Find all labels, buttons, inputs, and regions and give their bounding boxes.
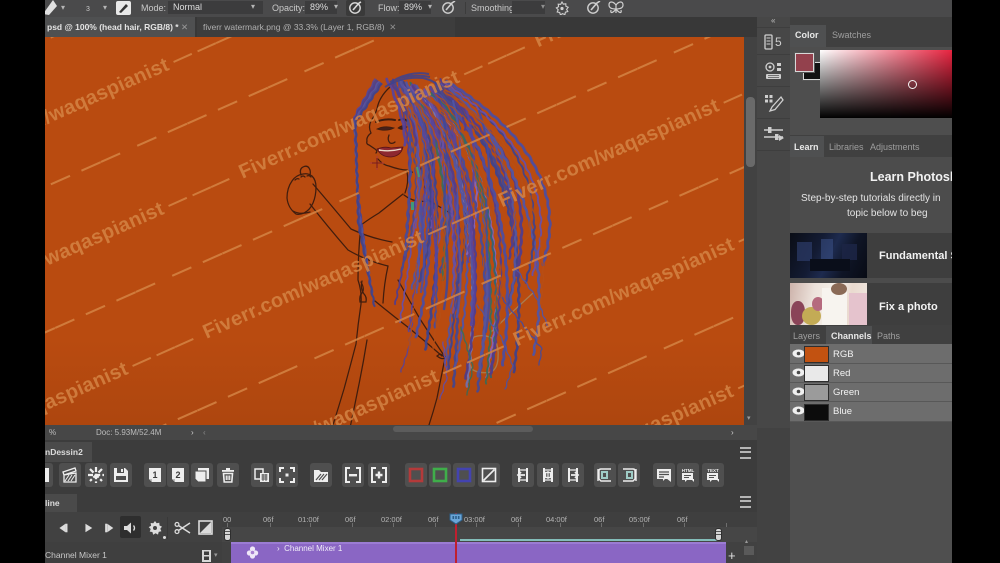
svg-text:5: 5 [775,35,782,49]
svg-text:1: 1 [152,470,157,480]
svg-text:2: 2 [175,470,180,480]
svg-text:TEXT: TEXT [707,468,719,473]
svg-text:HTML: HTML [682,468,695,473]
